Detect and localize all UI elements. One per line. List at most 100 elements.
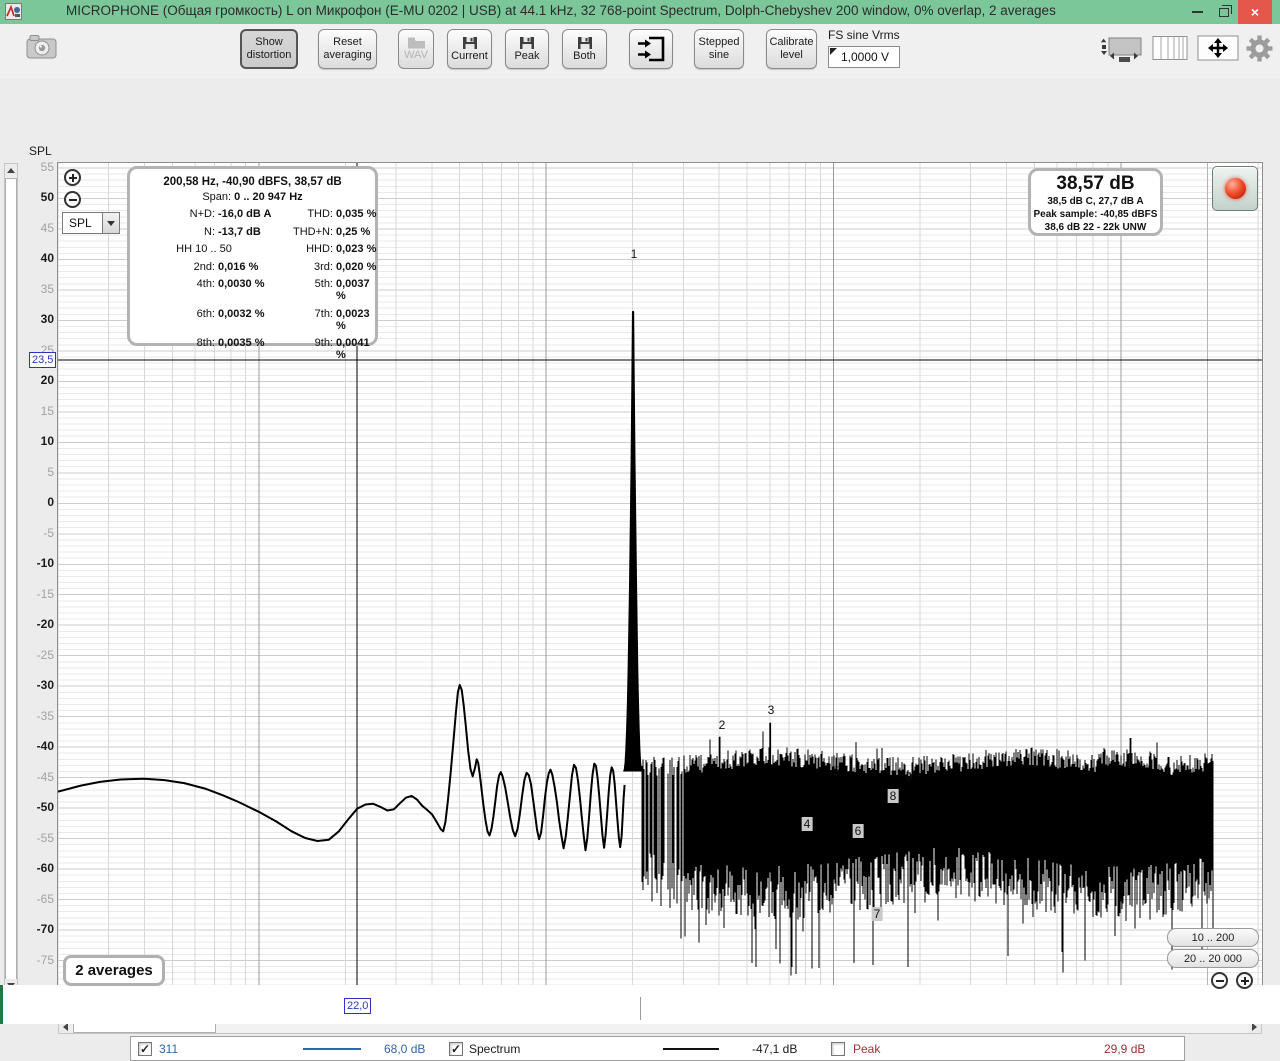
measurement-label: 9th: [314,337,333,349]
spl-mode-dropdown[interactable]: SPL [62,212,120,234]
save-peak-label: Peak [514,49,540,62]
y-tick-label: -5 [43,525,54,540]
save-peak-button[interactable]: Peak [505,29,549,69]
record-button[interactable] [1212,166,1258,211]
calibrate-level-button[interactable]: Calibrate level [766,29,817,69]
y-tick-label: -30 [36,678,54,693]
harmonic-marker-label-3: 3 [767,703,775,717]
legend-checkbox-311[interactable]: ✓ [138,1042,152,1056]
y-tick-label: -35 [36,708,54,723]
fs-sine-vrms-label: FS sine Vrms [828,28,900,42]
y-tick-label: -60 [36,861,54,876]
camera-icon[interactable] [26,32,58,65]
wav-label: WAV [404,49,428,61]
stepped-sine-button[interactable]: Stepped sine [694,29,744,69]
y-tick-label: 35 [40,281,54,296]
calibrate-level-label: Calibrate [769,36,814,48]
y-tick-label: -50 [36,800,54,815]
x-zoom-out-button[interactable] [1211,972,1228,989]
loopback-button[interactable] [629,29,673,69]
harmonic-marker-label-2: 2 [718,718,726,732]
y-tick-label: -45 [36,769,54,784]
reset-averaging-label: Reset [333,36,362,48]
measurement-label: 7th: [314,307,333,320]
level-main-value: 38,57 dB [1056,173,1135,194]
save-current-label: Current [451,49,488,62]
y-cursor-value[interactable]: 23,5 [29,352,57,368]
y-tick-label: 40 [40,251,54,266]
fs-sine-vrms-input[interactable]: 1,0000 V [828,46,900,68]
stepped-sine-label: Stepped [698,36,740,48]
workspace: SPL 55 50 45 40 35 30 25 20 15 10 5 0 -5 -10 -15 -20 -25… [0,78,1280,1061]
freq-range-button-1[interactable]: 10 .. 200 [1167,928,1259,947]
app-icon [5,3,22,25]
pan-view-button[interactable] [1197,35,1239,66]
zoom-in-button[interactable] [64,169,81,186]
legend-checkbox-spectrum[interactable]: ✓ [449,1042,463,1056]
harmonic-marker-label-6: 6 [852,824,864,838]
band-columns-icon [1152,36,1188,60]
y-tick-label: -40 [36,739,54,754]
y-tick-label: -70 [36,922,54,937]
level-readout-panel: 38,57 dB 38,5 dB C, 27,7 dB A Peak sampl… [1028,168,1163,236]
spl-mode-value: SPL [69,216,92,230]
measurement-value: 0,0032 % [218,307,265,320]
y-tick-label: 30 [40,312,54,327]
measurement-label: 4th: [196,278,215,290]
x-cursor-value[interactable]: 22,0 [344,998,372,1014]
close-icon: × [1250,4,1260,20]
measurement-label: 2nd: [193,260,215,273]
display-layout-icon [1100,8,1142,62]
show-distortion-button[interactable]: Show distortion [240,29,298,69]
wav-button[interactable]: WAV [398,29,434,69]
save-both-button[interactable]: Both [562,29,607,69]
measurement-label: THD+N: [292,225,333,238]
y-tick-label: -15 [36,586,54,601]
vertical-scroll-thumb[interactable] [5,178,17,980]
gear-icon [1246,35,1273,62]
measurement-label: N: [204,225,215,238]
pan-view-icon [1197,35,1239,61]
record-icon [1224,178,1246,199]
reset-averaging-label: averaging [323,49,372,61]
settings-gear-button[interactable] [1246,35,1273,67]
legend-label-spectrum: Spectrum [469,1042,521,1056]
stepped-sine-label: sine [708,49,730,61]
level-peak-sample: Peak sample: -40,85 dBFS [1033,209,1158,220]
y-tick-label: 45 [40,220,54,235]
measurement-label: N+D: [189,208,215,220]
save-current-button[interactable]: Current [447,29,492,69]
display-layout-button[interactable] [1100,8,1144,68]
level-band: 38,6 dB 22 - 22k UNW [1044,222,1147,233]
measurement-value: 0,0041 % [336,337,370,361]
freq-range-button-2[interactable]: 20 .. 20 000 [1167,949,1259,968]
minimize-button[interactable] [1185,0,1210,24]
measurement-value: 0,0030 % [218,278,265,290]
measurement-value: 0,020 % [336,260,377,273]
title-bar: MICROPHONE (Общая громкость) L on Микроф… [0,0,1280,24]
reset-averaging-button[interactable]: Reset averaging [318,29,377,69]
harmonic-marker-label-4: 4 [801,817,813,831]
legend-checkbox-peak[interactable] [831,1042,845,1056]
dropdown-arrow-button[interactable] [102,213,119,233]
check-icon: ✓ [450,1042,462,1056]
spin-corner-icon [830,48,837,55]
x-zoom-in-button[interactable] [1236,972,1253,989]
zoom-out-button[interactable] [64,191,81,208]
maximize-button[interactable] [1211,0,1236,24]
measurement-label: 8th: [196,337,215,349]
y-tick-label: 15 [40,403,54,418]
close-button[interactable]: × [1238,0,1272,24]
show-distortion-label: Show [255,36,283,48]
harmonic-marker-label-8: 8 [887,789,899,803]
y-tick-label: 10 [40,434,54,449]
legend-bar: ✓ 311 68,0 dB ✓ Spectrum -47,1 dB Peak 29,9 dB [130,1036,1185,1061]
floppy-icon [520,36,534,49]
toolbar: Show distortion Reset averaging WAV Current Pe… [0,8,1280,78]
band-columns-button[interactable] [1152,35,1188,66]
y-tick-label: 55 [40,160,54,174]
measurement-value: -16,0 dB A [218,208,272,220]
measurement-value: 0,0035 % [218,337,265,349]
level-weighted: 38,5 dB C, 27,7 dB A [1047,196,1144,207]
legend-label-peak: Peak [853,1042,881,1056]
